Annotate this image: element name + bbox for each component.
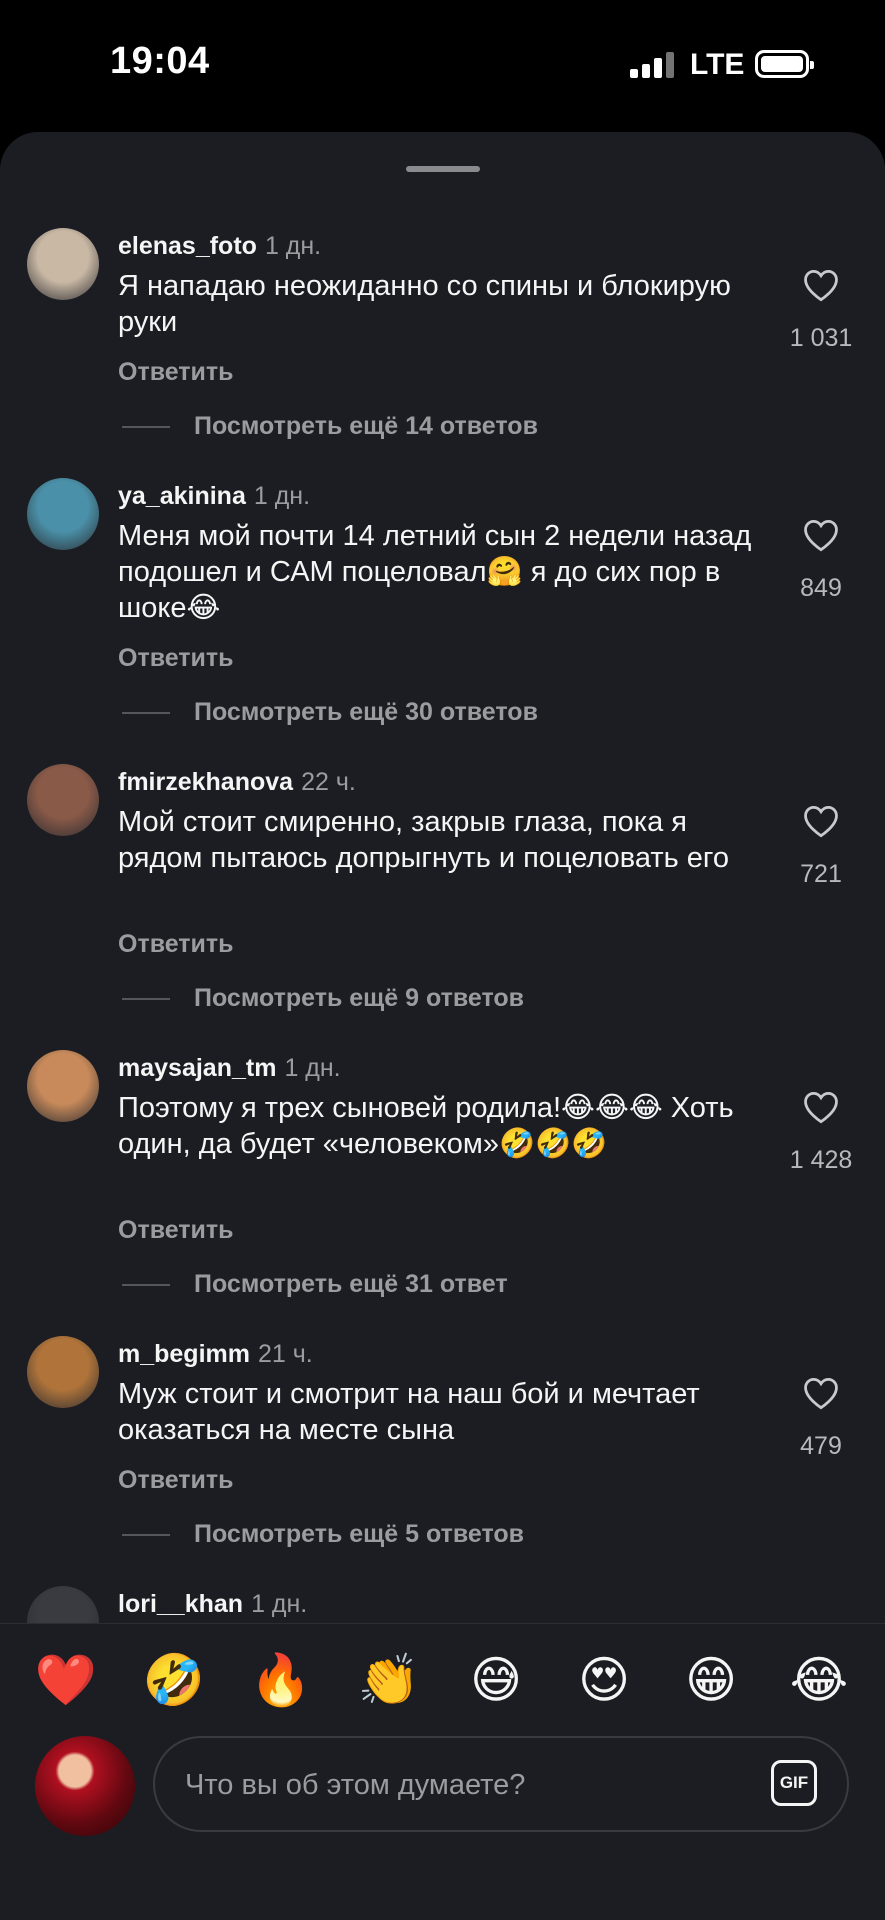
reply-button[interactable]: Ответить [118, 1216, 234, 1245]
comment-username[interactable]: elenas_foto 1 дн. [118, 232, 321, 261]
reaction-rolling-laugh[interactable]: 🤣 [142, 1648, 206, 1712]
comment-item: maysajan_tm 1 дн. Поэтому я трех сыновей … [0, 1050, 885, 1336]
like-count: 849 [800, 574, 842, 602]
comment-time: 1 дн. [251, 1590, 308, 1618]
comment-time: 22 ч. [301, 768, 356, 796]
reaction-grin[interactable]: 😁 [679, 1648, 743, 1712]
comment-item: ya_akinina 1 дн. Меня мой почти 14 летний… [0, 478, 885, 764]
avatar[interactable] [27, 1336, 99, 1408]
comment-item: fmirzekhanova 22 ч. Мой стоит смиренно, з… [0, 764, 885, 1050]
comment-input[interactable] [183, 1758, 727, 1812]
heart-icon[interactable] [802, 268, 840, 302]
comments-sheet: elenas_foto 1 дн. Я нападаю неожиданно со… [0, 132, 885, 1920]
comment-text: Меня мой почти 14 летний сын 2 недели на… [118, 520, 752, 624]
comment-time: 1 дн. [284, 1054, 341, 1082]
view-replies-button[interactable]: Посмотреть ещё 31 ответ [122, 1270, 508, 1299]
comment-username[interactable]: maysajan_tm 1 дн. [118, 1054, 341, 1083]
like-count: 1 031 [789, 324, 853, 352]
reaction-bar: ❤️ 🤣 🔥 👏 😅 😍 😁 😂 GIF [0, 1623, 885, 1920]
heart-icon[interactable] [802, 518, 840, 552]
comment-time: 21 ч. [257, 1340, 313, 1368]
battery-icon [755, 50, 814, 78]
divider [122, 1284, 170, 1287]
reaction-heart-eyes[interactable]: 😍 [572, 1648, 636, 1712]
view-replies-button[interactable]: Посмотреть ещё 9 ответов [122, 984, 524, 1013]
comment-text: Я нападаю неожиданно со спины и блокирую… [118, 270, 731, 338]
comment-time: 1 дн. [253, 482, 311, 510]
divider [122, 426, 170, 429]
view-replies-button[interactable]: Посмотреть ещё 5 ответов [122, 1520, 524, 1549]
view-replies-button[interactable]: Посмотреть ещё 14 ответов [122, 412, 538, 441]
comment-text: Муж стоит и смотрит на наш бой и мечтает… [118, 1378, 700, 1446]
gif-button[interactable]: GIF [771, 1760, 817, 1806]
view-replies-button[interactable]: Посмотреть ещё 30 ответов [122, 698, 538, 727]
current-user-avatar [35, 1736, 135, 1836]
comment-username[interactable]: m_begimm 21 ч. [118, 1340, 313, 1369]
comment-item: elenas_foto 1 дн. Я нападаю неожиданно со… [0, 228, 885, 514]
divider [122, 1534, 170, 1537]
comment-text: Поэтому я трех сыновей родила!😂😂😂 Хоть о… [118, 1092, 734, 1160]
reaction-fire[interactable]: 🔥 [249, 1648, 313, 1712]
heart-icon[interactable] [802, 1090, 840, 1124]
like-count: 479 [800, 1432, 842, 1460]
status-time: 19:04 [110, 40, 210, 82]
avatar[interactable] [27, 764, 99, 836]
avatar[interactable] [27, 1050, 99, 1122]
quick-reactions: ❤️ 🤣 🔥 👏 😅 😍 😁 😂 [0, 1648, 885, 1712]
divider [122, 998, 170, 1001]
avatar[interactable] [27, 228, 99, 300]
sheet-grabber[interactable] [406, 166, 480, 172]
comment-username[interactable]: fmirzekhanova 22 ч. [118, 768, 356, 797]
reaction-clap[interactable]: 👏 [357, 1648, 421, 1712]
reaction-sweat-smile[interactable]: 😅 [464, 1648, 528, 1712]
comment-username[interactable]: ya_akinina 1 дн. [118, 482, 310, 511]
comment-username[interactable]: lori__khan 1 дн. [118, 1590, 307, 1619]
avatar[interactable] [27, 478, 99, 550]
heart-icon[interactable] [802, 1376, 840, 1410]
comment-item: m_begimm 21 ч. Муж стоит и смотрит на наш… [0, 1336, 885, 1622]
like-count: 721 [800, 860, 842, 888]
divider [122, 712, 170, 715]
reply-button[interactable]: Ответить [118, 358, 234, 387]
like-count: 1 428 [789, 1146, 853, 1174]
comment-text: Мой стоит смиренно, закрыв глаза, пока я… [118, 806, 729, 874]
comment-time: 1 дн. [264, 232, 322, 260]
reaction-heart[interactable]: ❤️ [34, 1648, 98, 1712]
heart-icon[interactable] [802, 804, 840, 838]
reply-button[interactable]: Ответить [118, 644, 234, 673]
comment-composer: GIF [153, 1736, 849, 1832]
reaction-joy[interactable]: 😂 [787, 1648, 851, 1712]
network-type: LTE [690, 48, 745, 81]
cellular-signal-icon [630, 52, 674, 78]
status-bar: 19:04 LTE [0, 0, 885, 130]
reply-button[interactable]: Ответить [118, 930, 234, 959]
reply-button[interactable]: Ответить [118, 1466, 234, 1495]
